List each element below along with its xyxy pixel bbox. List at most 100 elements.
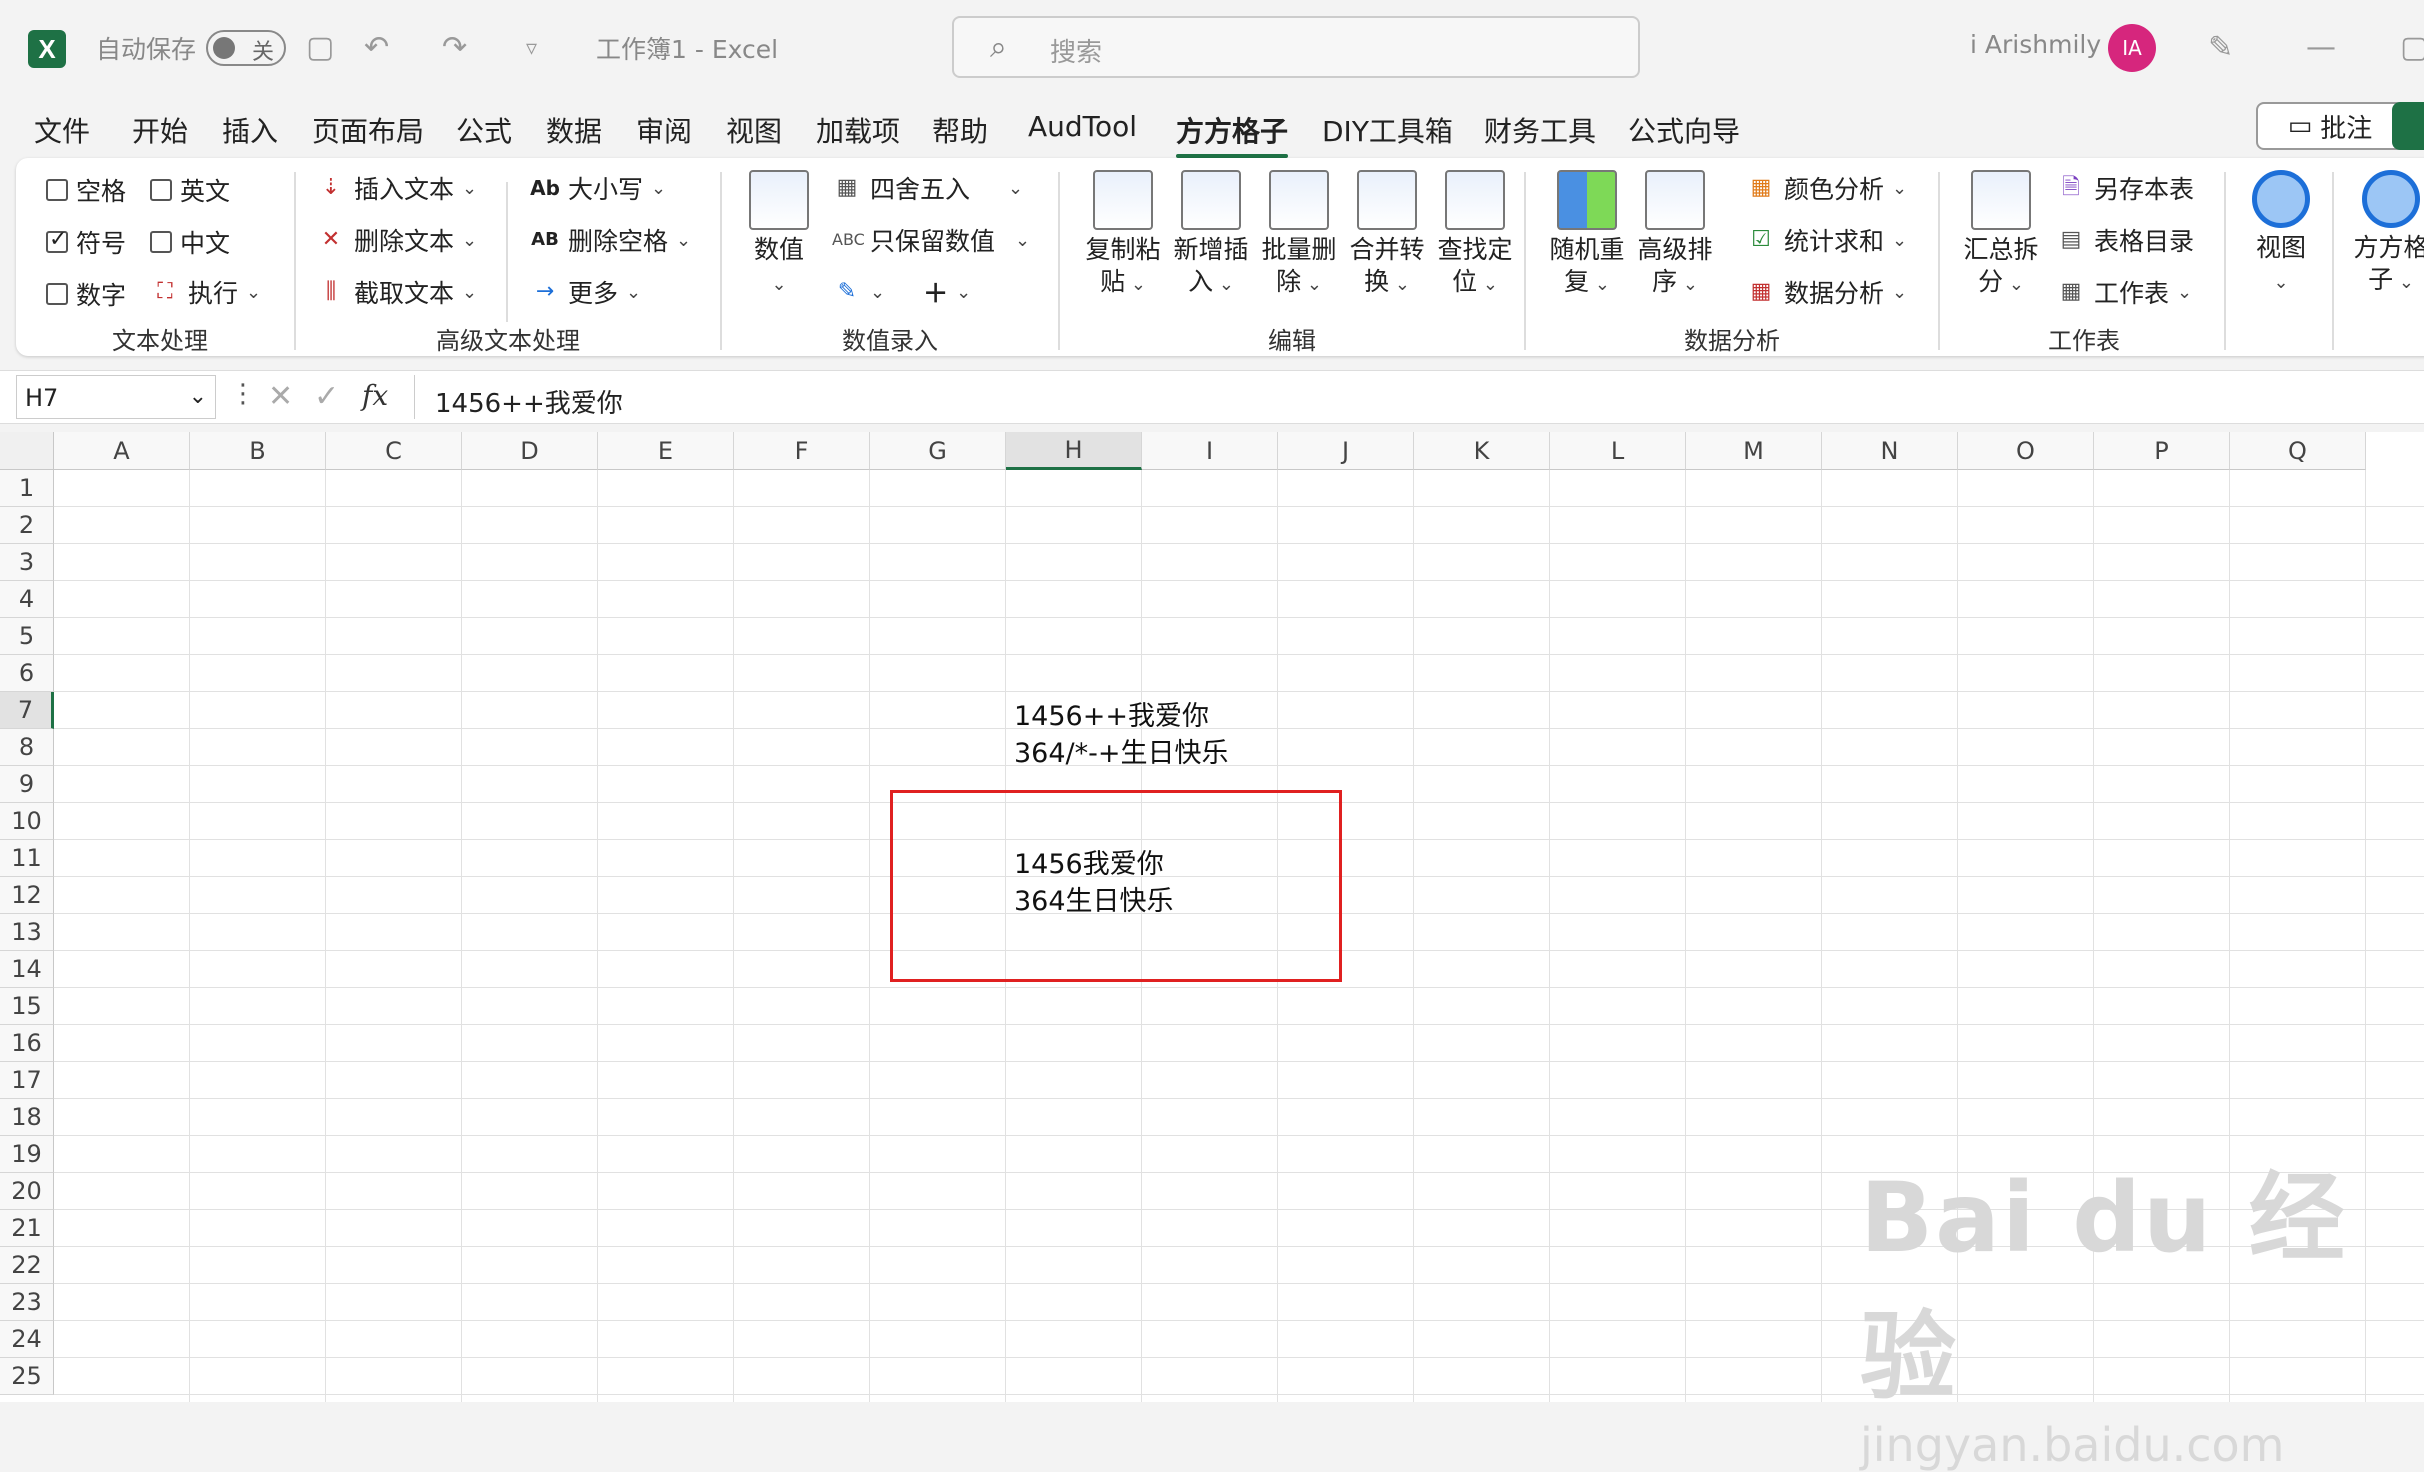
menu-tab[interactable]: 方方格子 (1176, 110, 1289, 158)
menu-tab[interactable]: 开始 (132, 110, 188, 150)
column-header[interactable]: O (1958, 432, 2094, 470)
column-header[interactable]: A (54, 432, 190, 470)
insert-text-button[interactable]: ⇣ 插入文本 ⌄ (316, 170, 477, 206)
row-header[interactable]: 12 (0, 877, 54, 914)
column-header[interactable]: L (1550, 432, 1686, 470)
edit-number-button[interactable]: ✎ ⌄ ＋ ⌄ (832, 274, 971, 310)
case-button[interactable]: Ab 大小写 ⌄ (530, 170, 666, 206)
row-header[interactable]: 24 (0, 1321, 54, 1358)
row-header[interactable]: 23 (0, 1284, 54, 1321)
column-header[interactable]: H (1006, 432, 1142, 470)
view-button[interactable]: 视图 ⌄ (2236, 170, 2326, 299)
search-box[interactable]: ⌕ 搜索 (952, 16, 1640, 78)
color-analysis-button[interactable]: ▦ 颜色分析 ⌄ (1746, 170, 1908, 206)
more-button[interactable]: → 更多 ⌄ (530, 274, 641, 310)
row-header[interactable]: 7 (0, 692, 54, 729)
row-header[interactable]: 21 (0, 1210, 54, 1247)
maximize-icon[interactable]: ▢ (2400, 30, 2424, 65)
checkbox-number[interactable]: 数字 (46, 276, 126, 312)
row-header[interactable]: 4 (0, 581, 54, 618)
menu-tab[interactable]: 公式向导 (1628, 110, 1740, 150)
column-header[interactable]: F (734, 432, 870, 470)
delete-text-button[interactable]: ✕ 删除文本 ⌄ (316, 222, 477, 258)
keep-number-button[interactable]: ABC 只保留数值 ⌄ (832, 222, 1030, 258)
row-header[interactable]: 5 (0, 618, 54, 655)
number-button[interactable]: 数值 ⌄ (734, 170, 824, 301)
row-header[interactable]: 16 (0, 1025, 54, 1062)
enter-check-icon[interactable]: ✓ (314, 379, 339, 414)
menu-tab[interactable]: 公式 (456, 110, 512, 150)
merge-convert-button[interactable]: 合并转换 ⌄ (1342, 170, 1432, 301)
row-header[interactable]: 25 (0, 1358, 54, 1395)
worksheet-button[interactable]: ▦ 工作表 ⌄ (2056, 274, 2193, 310)
customize-qat-icon[interactable]: ▿ (526, 36, 537, 61)
insert-new-button[interactable]: 新增插入 ⌄ (1166, 170, 1256, 301)
row-header[interactable]: 3 (0, 544, 54, 581)
minimize-icon[interactable]: — (2306, 30, 2336, 65)
summary-split-button[interactable]: 汇总拆分 ⌄ (1956, 170, 2046, 301)
menu-tab[interactable]: 数据 (546, 110, 602, 150)
function-icon[interactable]: fx (362, 379, 388, 412)
row-header[interactable]: 17 (0, 1062, 54, 1099)
row-header[interactable]: 22 (0, 1247, 54, 1284)
checkbox-space[interactable]: 空格 (46, 172, 126, 208)
row-header[interactable]: 18 (0, 1099, 54, 1136)
column-header[interactable]: C (326, 432, 462, 470)
column-header[interactable]: K (1414, 432, 1550, 470)
autosave-toggle[interactable]: 关 (206, 30, 286, 66)
menu-tab[interactable]: 视图 (726, 110, 782, 150)
undo-icon[interactable]: ↶ (364, 30, 389, 65)
name-box[interactable]: H7 ⌄ (16, 375, 216, 419)
random-repeat-button[interactable]: 随机重复 ⌄ (1542, 170, 1632, 301)
cell-h7[interactable]: 1456++我爱你 (1014, 694, 1209, 733)
more-options-icon[interactable]: ⋮ (230, 379, 256, 409)
row-header[interactable]: 6 (0, 655, 54, 692)
menu-tab[interactable]: 加载项 (816, 110, 900, 150)
table-catalog-button[interactable]: ▤ 表格目录 (2056, 222, 2194, 258)
checkbox-english[interactable]: 英文 (150, 172, 230, 208)
advanced-sort-button[interactable]: 高级排序 ⌄ (1630, 170, 1720, 301)
menu-tab[interactable]: 财务工具 (1484, 110, 1596, 150)
formula-input[interactable]: 1456++我爱你 (414, 375, 2424, 419)
column-header[interactable]: P (2094, 432, 2230, 470)
row-header[interactable]: 20 (0, 1173, 54, 1210)
share-button[interactable] (2392, 102, 2424, 150)
row-header[interactable]: 11 (0, 840, 54, 877)
redo-icon[interactable]: ↷ (442, 30, 467, 65)
checkbox-symbol[interactable]: 符号 (46, 224, 126, 260)
column-header[interactable]: D (462, 432, 598, 470)
user-name[interactable]: i Arishmily (1970, 30, 2101, 59)
cell-h8[interactable]: 364/*-+生日快乐 (1014, 731, 1229, 770)
row-header[interactable]: 19 (0, 1136, 54, 1173)
save-icon[interactable]: ▢ (306, 30, 334, 65)
column-header[interactable]: I (1142, 432, 1278, 470)
column-header[interactable]: B (190, 432, 326, 470)
row-header[interactable]: 14 (0, 951, 54, 988)
row-header[interactable]: 9 (0, 766, 54, 803)
row-header[interactable]: 10 (0, 803, 54, 840)
delete-space-button[interactable]: AB 删除空格 ⌄ (530, 222, 691, 258)
menu-tab[interactable]: AudTool (1028, 110, 1137, 143)
cancel-icon[interactable]: ✕ (268, 379, 293, 414)
data-analysis-button[interactable]: ▦ 数据分析 ⌄ (1746, 274, 1908, 310)
stat-sum-button[interactable]: ☑ 统计求和 ⌄ (1746, 222, 1907, 258)
row-header[interactable]: 8 (0, 729, 54, 766)
execute-button[interactable]: ⛶ 执行 ⌄ (150, 274, 261, 310)
row-header[interactable]: 15 (0, 988, 54, 1025)
menu-tab[interactable]: 页面布局 (312, 110, 424, 150)
row-header[interactable]: 1 (0, 470, 54, 507)
column-header[interactable]: J (1278, 432, 1414, 470)
save-sheet-button[interactable]: 🗎 另存本表 (2056, 170, 2194, 206)
round-button[interactable]: ▦ 四舍五入 ⌄ (832, 170, 1024, 206)
select-all-corner[interactable] (0, 432, 54, 470)
row-header[interactable]: 13 (0, 914, 54, 951)
column-header[interactable]: M (1686, 432, 1822, 470)
ffgz-button[interactable]: 方方格子 ⌄ (2346, 170, 2424, 299)
column-header[interactable]: Q (2230, 432, 2366, 470)
column-header[interactable]: E (598, 432, 734, 470)
find-locate-button[interactable]: 查找定位 ⌄ (1430, 170, 1520, 301)
menu-tab[interactable]: 帮助 (932, 110, 988, 150)
column-header[interactable]: N (1822, 432, 1958, 470)
extract-text-button[interactable]: ⫼ 截取文本 ⌄ (316, 274, 477, 310)
column-header[interactable]: G (870, 432, 1006, 470)
